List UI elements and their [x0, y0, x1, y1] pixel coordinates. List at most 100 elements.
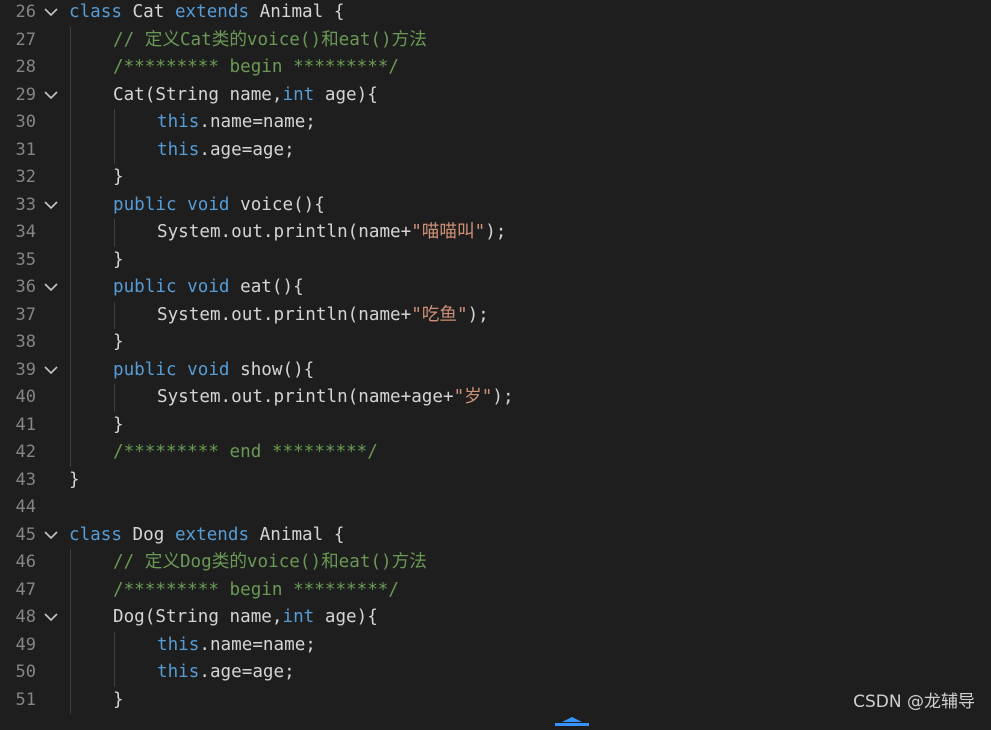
chevron-down-icon[interactable]	[44, 7, 58, 17]
code-line[interactable]: 44	[0, 494, 991, 522]
code-token: }	[69, 469, 80, 490]
code-token: }	[113, 689, 124, 710]
code-line[interactable]: 46 // 定义Dog类的voice()和eat()方法	[0, 549, 991, 577]
code-text: System.out.println(name+"喵喵叫");	[157, 219, 506, 247]
code-text: System.out.println(name+"吃鱼");	[157, 302, 489, 330]
code-token: Dog	[121, 524, 175, 545]
code-line[interactable]: 26 class Cat extends Animal {	[0, 0, 991, 27]
chevron-down-icon[interactable]	[44, 90, 58, 100]
indent-guide	[114, 659, 115, 687]
code-text: }	[113, 687, 124, 715]
code-line[interactable]: 47 /********* begin *********/	[0, 576, 991, 605]
code-token: .age=age;	[199, 139, 295, 160]
line-number: 30	[15, 112, 36, 132]
indent-guide	[70, 164, 71, 192]
line-number: 29	[15, 84, 36, 105]
code-token: .age=age;	[199, 662, 295, 682]
code-text: public void show(){	[113, 357, 314, 385]
indent-guide	[70, 356, 71, 384]
code-text: this.name=name;	[157, 632, 316, 660]
line-number: 49	[15, 634, 36, 655]
indent-guide	[70, 109, 71, 137]
chevron-down-icon[interactable]	[44, 612, 58, 622]
code-token: void	[187, 194, 230, 215]
indent-guide	[70, 439, 71, 467]
code-token: public	[113, 277, 177, 297]
code-editor[interactable]: 26 class Cat extends Animal {27 // 定义Cat类的…	[0, 0, 991, 720]
code-line[interactable]: 31 this.age=age;	[0, 136, 991, 165]
scroll-indicator-icon[interactable]	[555, 711, 589, 726]
indent-guide	[70, 329, 71, 357]
indent-guide	[70, 384, 71, 412]
code-line[interactable]: 34 System.out.println(name+"喵喵叫");	[0, 219, 991, 247]
chevron-down-icon[interactable]	[44, 200, 58, 210]
code-line[interactable]: 49 this.name=name;	[0, 631, 991, 660]
line-number: 35	[15, 249, 36, 270]
indent-guide	[70, 604, 71, 632]
code-token: );	[467, 304, 489, 325]
code-token: // 定义Dog类的voice()和eat()方法	[113, 552, 427, 572]
indent-guide	[114, 109, 115, 137]
code-text: }	[113, 329, 124, 357]
code-line[interactable]: 29 Cat(String name,int age){	[0, 81, 991, 109]
code-token: this	[157, 139, 200, 160]
code-line[interactable]: 48 Dog(String name,int age){	[0, 604, 991, 632]
line-number: 32	[15, 167, 36, 187]
code-line[interactable]: 39 public void show(){	[0, 356, 991, 385]
code-line[interactable]: 41}	[0, 411, 991, 440]
code-line[interactable]: 38}	[0, 329, 991, 357]
code-text: this.name=name;	[157, 109, 316, 137]
code-line[interactable]: 33 public void voice(){	[0, 191, 991, 219]
chevron-down-icon[interactable]	[44, 530, 58, 540]
indent-guide	[70, 246, 71, 274]
code-text: // 定义Dog类的voice()和eat()方法	[113, 549, 427, 577]
code-line[interactable]: 30 this.name=name;	[0, 109, 991, 137]
code-text: class Cat extends Animal {	[69, 0, 344, 27]
chevron-down-icon[interactable]	[44, 282, 58, 292]
code-line[interactable]: 36 public void eat(){	[0, 274, 991, 302]
line-number: 34	[15, 222, 36, 242]
code-token: // 定义Cat类的voice()和eat()方法	[113, 29, 427, 50]
code-token: }	[113, 167, 124, 187]
code-token: .name=name;	[199, 112, 316, 132]
code-line[interactable]: 27 // 定义Cat类的voice()和eat()方法	[0, 26, 991, 54]
code-text: }	[69, 467, 80, 495]
code-line[interactable]: 32}	[0, 164, 991, 192]
code-token: class	[69, 2, 122, 22]
code-token: int	[282, 607, 315, 627]
indent-guide	[114, 301, 115, 329]
code-token: extends	[174, 524, 250, 545]
code-text: this.age=age;	[157, 137, 295, 165]
code-line[interactable]: 42 /********* end *********/	[0, 439, 991, 467]
code-text: }	[113, 412, 124, 440]
code-line[interactable]: 43}	[0, 467, 991, 495]
code-text: public void eat(){	[113, 274, 304, 302]
code-token: this	[157, 112, 200, 132]
line-number: 27	[15, 29, 36, 50]
code-text: /********* end *********/	[113, 439, 378, 467]
code-token: );	[485, 222, 507, 242]
indent-guide	[70, 274, 71, 302]
code-line[interactable]: 37 System.out.println(name+"吃鱼");	[0, 301, 991, 330]
code-line[interactable]: 35}	[0, 246, 991, 274]
indent-guide	[70, 549, 71, 577]
code-token: Animal {	[249, 524, 345, 545]
code-token: public	[113, 194, 177, 215]
code-token: "喵喵叫"	[411, 222, 486, 242]
line-number: 28	[15, 57, 36, 77]
code-token: Cat	[121, 2, 175, 22]
line-number: 41	[15, 414, 36, 435]
indent-guide	[70, 686, 71, 714]
code-token: System.out.println(name+	[157, 304, 412, 325]
code-line[interactable]: 50 this.age=age;	[0, 659, 991, 687]
indent-guide	[114, 384, 115, 412]
code-line[interactable]: 28 /********* begin *********/	[0, 54, 991, 82]
code-line[interactable]: 40 System.out.println(name+age+"岁");	[0, 384, 991, 412]
line-number: 33	[15, 194, 36, 215]
chevron-down-icon[interactable]	[44, 365, 58, 375]
code-text: /********* begin *********/	[113, 577, 399, 605]
code-line[interactable]: 51}	[0, 686, 991, 715]
code-line[interactable]: 45 class Dog extends Animal {	[0, 522, 991, 550]
indent-guide	[114, 136, 115, 164]
